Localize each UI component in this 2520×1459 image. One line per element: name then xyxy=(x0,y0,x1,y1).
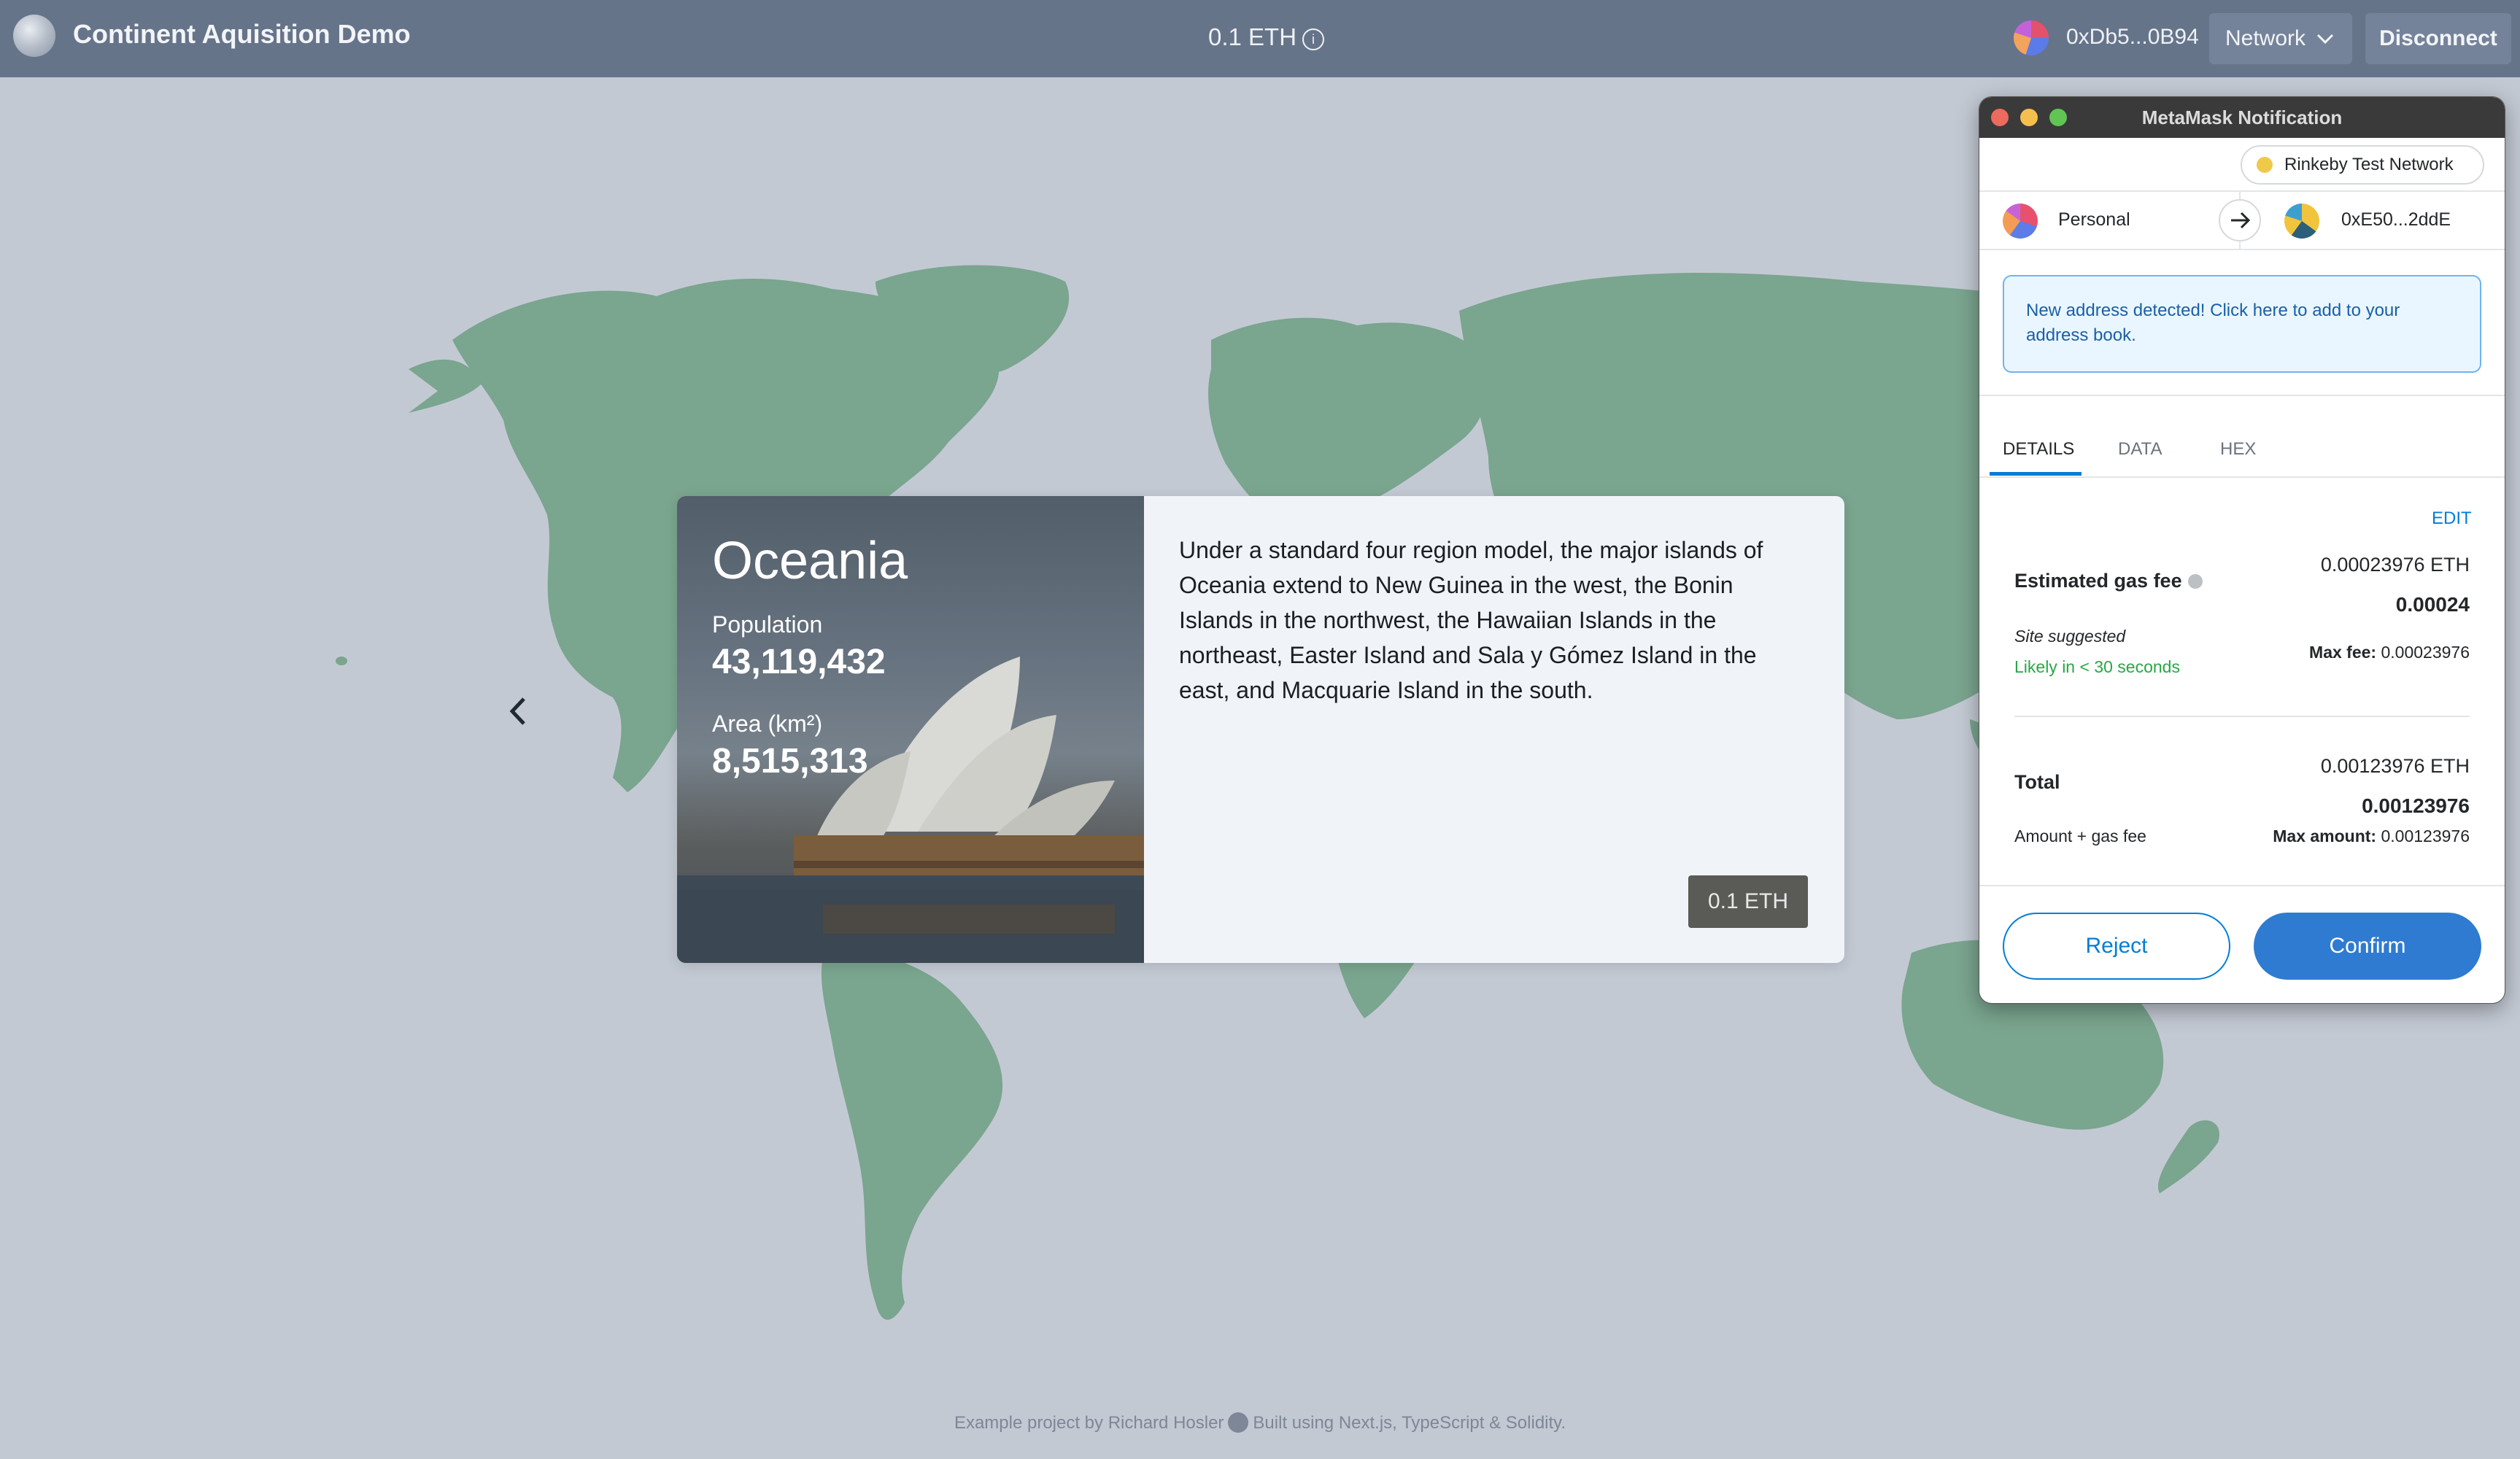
network-label: Network xyxy=(2225,26,2306,50)
arrow-right-icon xyxy=(2219,199,2261,241)
maximize-window-icon[interactable] xyxy=(2049,109,2067,126)
europe xyxy=(1208,317,1487,525)
sender-account: Personal xyxy=(2058,209,2130,230)
tab-hex[interactable]: HEX xyxy=(2220,424,2256,475)
metamask-titlebar: MetaMask Notification xyxy=(1979,97,2505,138)
network-pill[interactable]: Rinkeby Test Network xyxy=(2241,145,2484,185)
total-label: Total xyxy=(2014,771,2060,793)
section-divider xyxy=(1979,395,2505,396)
globe-logo-icon xyxy=(13,15,55,57)
total-short: 0.00123976 xyxy=(2362,794,2470,817)
top-bar: Continent Aquisition Demo 0.1 ETH i 0xDb5… xyxy=(0,0,2520,77)
sender-recipient-row: Personal 0xE50...2ddE xyxy=(1979,190,2505,250)
new-address-alert[interactable]: New address detected! Click here to add … xyxy=(2003,275,2481,373)
max-fee-value: 0.00023976 xyxy=(2381,643,2470,662)
account-address: 0xDb5...0B94 xyxy=(2066,25,2199,49)
footer: Example project by Richard Hosler Built u… xyxy=(0,1412,2520,1433)
metamask-window: MetaMask Notification Rinkeby Test Netwo… xyxy=(1979,96,2505,1004)
network-status-dot xyxy=(2257,157,2273,173)
area-label: Area (km²) xyxy=(712,711,823,737)
info-icon[interactable] xyxy=(2187,574,2203,589)
info-icon[interactable]: i xyxy=(1302,28,1325,50)
likely-time-label: Likely in < 30 seconds xyxy=(2014,657,2180,676)
gas-fee-label: Estimated gas fee xyxy=(2014,570,2203,592)
max-amount-label: Max amount: xyxy=(2273,827,2377,845)
continent-description: Under a standard four region model, the … xyxy=(1179,537,1763,703)
buy-button[interactable]: 0.1 ETH xyxy=(1688,875,1808,928)
continent-card: Oceania Population 43,119,432 Area (km²)… xyxy=(677,496,1844,963)
gas-fee-label-text: Estimated gas fee xyxy=(2014,570,2182,592)
population-label: Population xyxy=(712,611,823,638)
max-amount: Max amount: 0.00123976 xyxy=(2273,827,2470,846)
edit-gas-link[interactable]: EDIT xyxy=(2432,508,2472,529)
price-label: 0.1 ETH xyxy=(1208,23,1297,50)
opera-house-photo: Oceania Population 43,119,432 Area (km²)… xyxy=(677,496,1144,963)
footer-credit[interactable]: Example project by Richard Hosler xyxy=(954,1413,1224,1433)
gas-fee-short: 0.00024 xyxy=(2395,593,2470,616)
max-amount-value: 0.00123976 xyxy=(2381,827,2470,845)
network-dropdown[interactable]: Network xyxy=(2209,13,2352,64)
recipient-avatar xyxy=(2284,204,2319,239)
continent-name: Oceania xyxy=(712,532,908,590)
sender-avatar xyxy=(2003,204,2038,239)
github-icon[interactable] xyxy=(1228,1412,1249,1433)
active-tab-indicator xyxy=(1990,472,2082,476)
amount-gas-label: Amount + gas fee xyxy=(2014,827,2146,845)
recipient-address[interactable]: 0xE50...2ddE xyxy=(2341,209,2451,231)
price-display: 0.1 ETH i xyxy=(1208,23,1325,51)
confirm-button[interactable]: Confirm xyxy=(2254,913,2481,980)
chevron-down-icon xyxy=(2316,13,2335,83)
max-fee-label: Max fee: xyxy=(2309,643,2377,662)
max-fee: Max fee: 0.00023976 xyxy=(2309,643,2470,662)
tab-data[interactable]: DATA xyxy=(2118,424,2162,475)
tab-bar: DETAILS DATA HEX xyxy=(1979,424,2505,478)
tab-details[interactable]: DETAILS xyxy=(2003,424,2074,475)
fee-total-divider xyxy=(2014,716,2470,717)
hawaii-island xyxy=(336,657,347,665)
south-america xyxy=(821,951,1003,1320)
account-avatar xyxy=(2014,20,2049,55)
footer-built-with: Built using Next.js, TypeScript & Solidi… xyxy=(1253,1413,1566,1433)
disconnect-button[interactable]: Disconnect xyxy=(2365,13,2511,64)
minimize-window-icon[interactable] xyxy=(2020,109,2038,126)
chevron-left-icon[interactable] xyxy=(503,693,533,730)
footer-divider xyxy=(1979,885,2505,886)
new-zealand xyxy=(2158,1120,2219,1193)
close-window-icon[interactable] xyxy=(1991,109,2009,126)
site-suggested-label: Site suggested xyxy=(2014,627,2126,646)
reject-button[interactable]: Reject xyxy=(2003,913,2230,980)
area-value: 8,515,313 xyxy=(712,742,868,781)
network-name: Rinkeby Test Network xyxy=(2284,155,2454,174)
population-value: 43,119,432 xyxy=(712,643,886,681)
metamask-window-title: MetaMask Notification xyxy=(2141,107,2343,128)
gas-fee-eth: 0.00023976 ETH xyxy=(2320,554,2470,576)
total-eth: 0.00123976 ETH xyxy=(2320,755,2470,777)
app-title: Continent Aquisition Demo xyxy=(73,19,411,49)
